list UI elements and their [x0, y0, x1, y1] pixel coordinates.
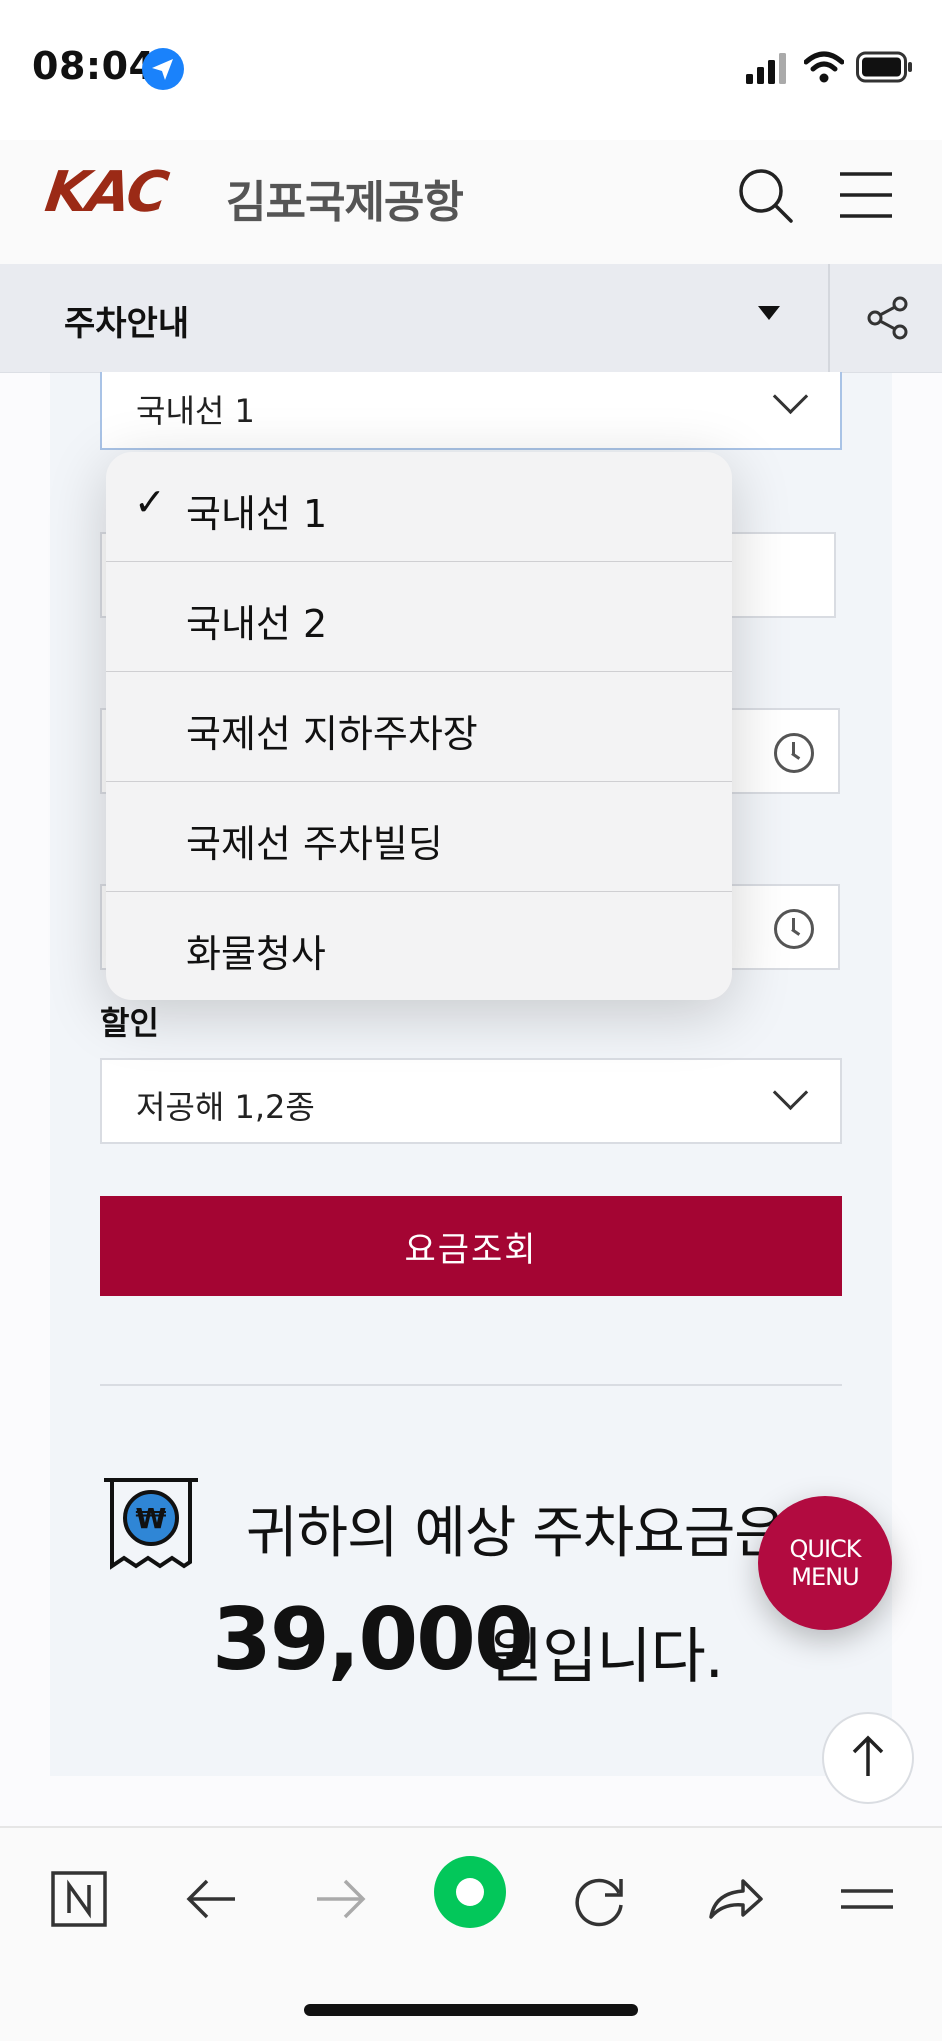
- option-label: 국제선 지하주차장: [186, 712, 478, 756]
- option-label: 국제선 주차빌딩: [186, 822, 443, 866]
- battery-icon: [856, 51, 912, 83]
- receipt-won-icon: ₩: [104, 1478, 198, 1570]
- naver-home-icon[interactable]: [432, 1854, 508, 1930]
- quick-menu-line2: MENU: [791, 1563, 859, 1591]
- kac-logo[interactable]: KAC: [41, 160, 170, 225]
- checkmark-icon: ✓: [134, 480, 166, 524]
- discount-label: 할인: [100, 1004, 159, 1042]
- option-intl-building[interactable]: 국제선 주차빌딩: [106, 782, 732, 892]
- fee-search-button[interactable]: 요금조회: [100, 1196, 842, 1296]
- parking-lot-options-popover: ✓ 국내선 1 국내선 2 국제선 지하주차장 국제선 주차빌딩 화물청사: [106, 452, 732, 1000]
- cellular-signal-icon: [746, 53, 786, 84]
- result-message: 귀하의 예상 주차요금은: [246, 1501, 786, 1566]
- forward-arrow-icon[interactable]: [306, 1864, 376, 1934]
- naver-n-icon[interactable]: [44, 1864, 114, 1934]
- wifi-icon: [804, 51, 844, 83]
- location-icon: [142, 48, 184, 90]
- hamburger-menu-icon[interactable]: [838, 170, 894, 220]
- home-indicator: [304, 2004, 638, 2016]
- share-icon[interactable]: [866, 296, 910, 340]
- reload-icon[interactable]: [566, 1864, 636, 1934]
- arrow-up-icon: [852, 1735, 884, 1776]
- option-domestic-1[interactable]: ✓ 국내선 1: [106, 452, 732, 562]
- divider: [100, 1384, 842, 1386]
- share-arrow-icon[interactable]: [700, 1864, 770, 1934]
- menu-icon[interactable]: [832, 1864, 902, 1934]
- scroll-to-top-button[interactable]: [822, 1712, 914, 1804]
- option-label: 국내선 2: [186, 602, 328, 646]
- status-time: 08:04: [32, 44, 156, 88]
- parking-fee-suffix: 원입니다.: [488, 1622, 724, 1692]
- option-cargo-terminal[interactable]: 화물청사: [106, 892, 732, 1000]
- option-label: 화물청사: [186, 932, 326, 976]
- discount-select-value: 저공해 1,2종: [136, 1088, 315, 1126]
- search-icon[interactable]: [738, 168, 794, 224]
- parking-fee-amount: 39,000: [212, 1590, 534, 1690]
- parking-lot-select-text: 국내선 1: [136, 392, 255, 430]
- subnav-divider-overlay: [828, 264, 830, 372]
- option-intl-underground[interactable]: 국제선 지하주차장: [106, 672, 732, 782]
- quick-menu-button[interactable]: QUICK MENU: [758, 1496, 892, 1630]
- back-arrow-icon[interactable]: [176, 1864, 246, 1934]
- subnav-title-overlay[interactable]: 주차안내: [64, 296, 189, 345]
- clock-icon[interactable]: [774, 733, 814, 773]
- svg-text:₩: ₩: [136, 1502, 167, 1535]
- clock-icon[interactable]: [774, 909, 814, 949]
- subnav-caret-icon[interactable]: [758, 306, 780, 320]
- quick-menu-line1: QUICK: [789, 1535, 861, 1563]
- site-name[interactable]: 김포국제공항: [226, 166, 464, 230]
- option-label: 국내선 1: [186, 492, 328, 536]
- option-domestic-2[interactable]: 국내선 2: [106, 562, 732, 672]
